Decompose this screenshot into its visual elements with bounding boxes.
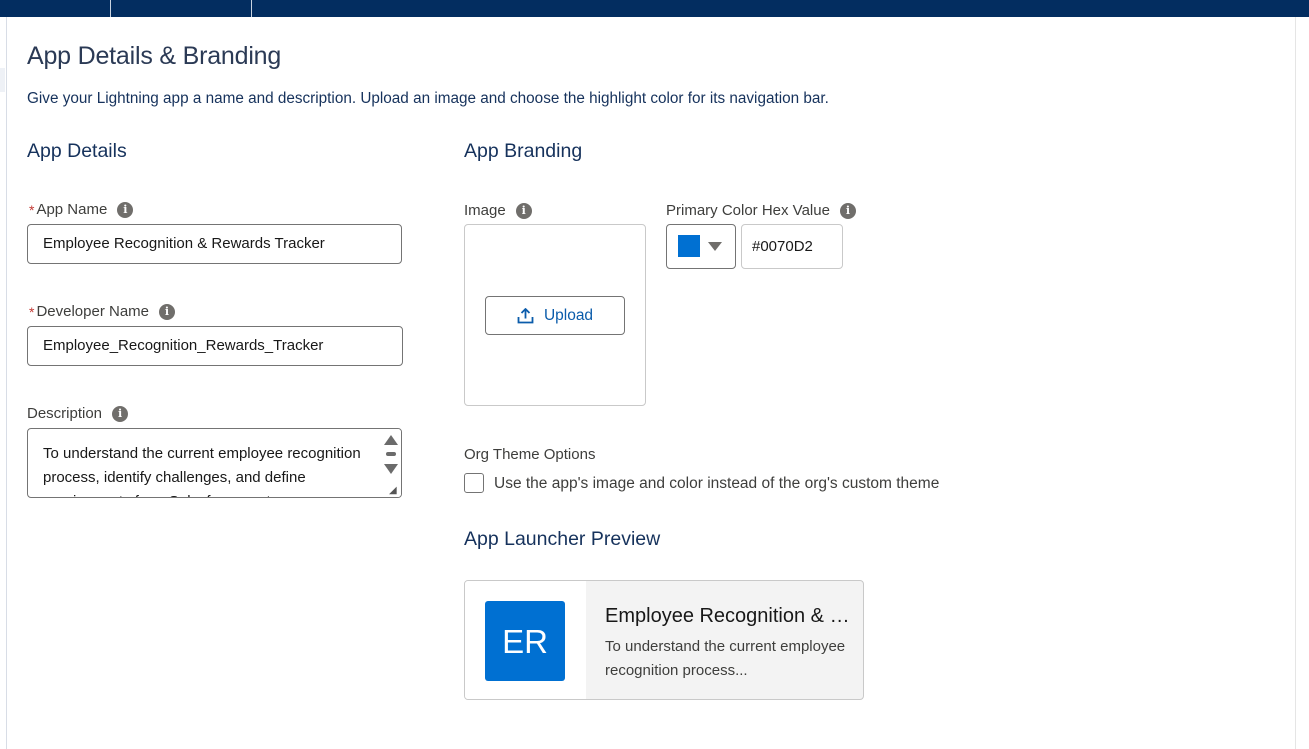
hex-color-input[interactable]: #0070D2 xyxy=(741,224,843,269)
org-theme-checkbox[interactable] xyxy=(464,473,484,493)
image-label: Image i xyxy=(464,202,532,219)
header-tab-divider xyxy=(251,0,252,17)
image-label-text: Image xyxy=(464,202,506,219)
chevron-down-icon xyxy=(708,242,722,251)
primary-color-label: Primary Color Hex Value i xyxy=(666,202,856,219)
required-marker: * xyxy=(29,201,35,218)
preview-app-title: Employee Recognition & R... xyxy=(605,605,857,627)
right-rail-divider xyxy=(1295,17,1296,749)
scroll-up-icon[interactable] xyxy=(384,435,398,445)
org-theme-checkbox-label[interactable]: Use the app's image and color instead of… xyxy=(494,475,939,493)
developer-name-label: * Developer Name i xyxy=(29,303,176,320)
primary-color-label-text: Primary Color Hex Value xyxy=(666,202,830,219)
info-icon[interactable]: i xyxy=(839,202,856,219)
scroll-down-icon[interactable] xyxy=(384,464,398,474)
page-subtitle: Give your Lightning app a name and descr… xyxy=(27,90,829,107)
app-launcher-preview-card: ER Employee Recognition & R... To unders… xyxy=(464,580,864,700)
description-label-text: Description xyxy=(27,405,103,422)
description-text: To understand the current employee recog… xyxy=(43,445,361,497)
org-theme-label: Org Theme Options xyxy=(464,446,596,463)
image-dropzone[interactable]: Upload xyxy=(464,224,646,406)
preview-app-description: To understand the current employee recog… xyxy=(605,638,846,679)
description-textarea[interactable]: To understand the current employee recog… xyxy=(27,428,402,498)
upload-button[interactable]: Upload xyxy=(485,296,625,335)
left-rail-marker xyxy=(0,68,5,92)
app-initials-tile: ER xyxy=(485,601,565,681)
developer-name-input[interactable]: Employee_Recognition_Rewards_Tracker xyxy=(27,326,403,366)
app-details-heading: App Details xyxy=(27,140,127,162)
required-marker: * xyxy=(29,303,35,320)
color-swatch xyxy=(678,235,700,257)
upload-button-label: Upload xyxy=(543,306,594,324)
app-name-label-text: App Name xyxy=(36,201,108,218)
app-branding-heading: App Branding xyxy=(464,140,583,162)
app-name-label: * App Name i xyxy=(29,201,134,218)
info-icon[interactable]: i xyxy=(117,201,134,218)
app-name-input[interactable]: Employee Recognition & Rewards Tracker xyxy=(27,224,402,264)
upload-icon xyxy=(517,308,534,324)
developer-name-label-text: Developer Name xyxy=(36,303,150,320)
info-icon[interactable]: i xyxy=(112,405,129,422)
resize-handle-icon[interactable]: ◢ xyxy=(389,486,399,496)
scroll-thumb[interactable] xyxy=(386,452,396,456)
color-picker-button[interactable] xyxy=(666,224,736,269)
page-title: App Details & Branding xyxy=(27,42,282,70)
description-label: Description i xyxy=(27,405,129,422)
app-launcher-preview-heading: App Launcher Preview xyxy=(464,528,661,550)
preview-tile-area: ER xyxy=(465,581,586,699)
header-tab-divider xyxy=(110,0,111,17)
info-icon[interactable]: i xyxy=(159,303,176,320)
left-rail-divider xyxy=(6,17,7,749)
info-icon[interactable]: i xyxy=(515,202,532,219)
global-header-bar xyxy=(0,0,1309,17)
